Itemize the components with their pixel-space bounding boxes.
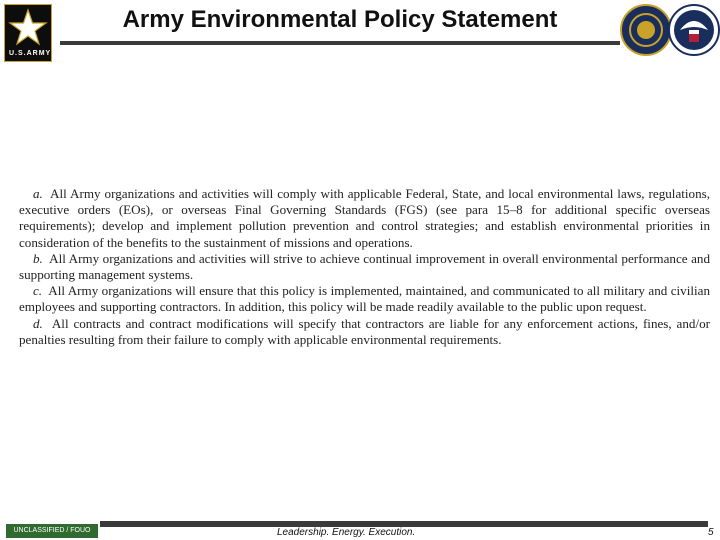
paragraph-label: c. bbox=[33, 283, 43, 299]
footer-tagline: Leadership. Energy. Execution. bbox=[277, 527, 416, 538]
army-star-logo: U.S.ARMY bbox=[4, 4, 52, 62]
policy-paragraph-a: a. All Army organizations and activities… bbox=[19, 186, 710, 251]
classification-banner: UNCLASSIFIED / FOUO bbox=[6, 524, 98, 538]
header-rule bbox=[60, 41, 620, 45]
paragraph-text: All Army organizations will ensure that … bbox=[19, 283, 711, 315]
paragraph-text: All Army organizations and activities wi… bbox=[19, 250, 710, 283]
policy-text: a. All Army organizations and activities… bbox=[19, 186, 710, 348]
policy-paragraph-c: c. All Army organizations will ensure th… bbox=[19, 283, 710, 315]
seal-emblem-icon bbox=[620, 4, 672, 56]
paragraph-label: b. bbox=[33, 250, 43, 266]
paragraph-label: a. bbox=[33, 186, 43, 201]
paragraph-text: All Army organizations and activities wi… bbox=[19, 186, 710, 250]
page-title: Army Environmental Policy Statement bbox=[122, 6, 558, 33]
paragraph-text: All contracts and contract modifications… bbox=[19, 315, 710, 347]
policy-paragraph-b: b. All Army organizations and activities… bbox=[19, 251, 710, 283]
star-icon bbox=[8, 8, 48, 46]
eagle-emblem-icon bbox=[668, 4, 720, 56]
policy-paragraph-d: d. All contracts and contract modificati… bbox=[19, 316, 710, 348]
page-number: 5 bbox=[708, 527, 714, 538]
logo-text: U.S.ARMY bbox=[9, 49, 52, 58]
paragraph-label: d. bbox=[33, 315, 43, 331]
